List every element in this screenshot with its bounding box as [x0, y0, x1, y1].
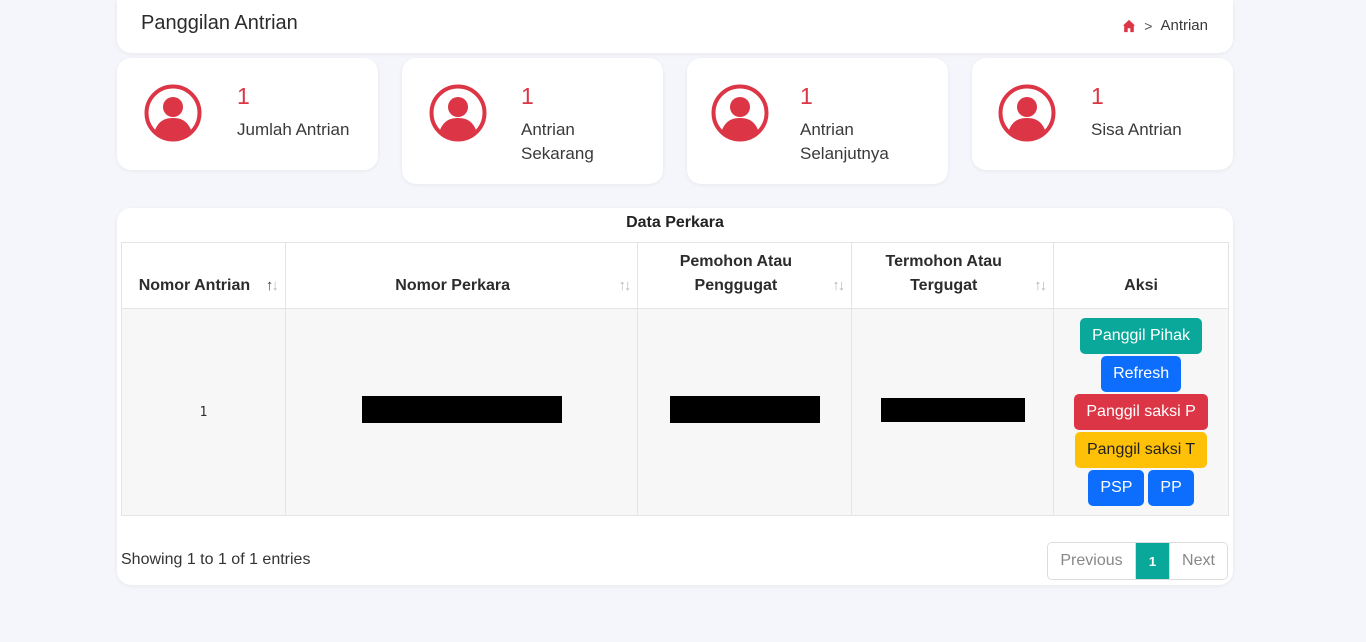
page-header: Panggilan Antrian > Antrian [117, 0, 1233, 53]
stat-value: 1 [1091, 83, 1104, 109]
panggil-saksi-p-button[interactable]: Panggil saksi P [1074, 394, 1208, 430]
panggil-pihak-button[interactable]: Panggil Pihak [1080, 318, 1202, 354]
sort-icon[interactable]: ↑↓ [1034, 274, 1047, 298]
column-header-label: Nomor Antrian [138, 277, 251, 294]
cell-nomor-antrian: 1 [121, 308, 286, 516]
panggil-saksi-t-button[interactable]: Panggil saksi T [1074, 432, 1208, 468]
stat-label: Antrian Selanjutnya [800, 120, 889, 163]
user-circle-icon [998, 84, 1056, 142]
data-table: Nomor Antrian ↑↓ Nomor Perkara ↑↓ Pemoho… [121, 242, 1229, 516]
column-header-label: Termohon Atau Tergugat [885, 253, 1002, 294]
stat-label: Sisa Antrian [1091, 120, 1182, 139]
column-header-termohon[interactable]: Termohon Atau Tergugat ↑↓ [851, 242, 1055, 309]
previous-page-button[interactable]: Previous [1048, 543, 1136, 579]
column-header-label: Nomor Perkara [395, 277, 510, 294]
table-title: Data Perkara [626, 214, 724, 231]
column-header-pemohon[interactable]: Pemohon Atau Penggugat ↑↓ [637, 242, 853, 309]
sort-icon[interactable]: ↑↓ [832, 274, 845, 298]
cell-pemohon [637, 308, 853, 516]
cell-termohon [851, 308, 1055, 516]
redacted-block [880, 397, 1025, 422]
breadcrumb-separator: > [1144, 17, 1153, 34]
column-header-aksi: Aksi [1053, 242, 1229, 309]
stat-label: Antrian Sekarang [521, 120, 594, 163]
table-header-row: Nomor Antrian ↑↓ Nomor Perkara ↑↓ Pemoho… [121, 242, 1229, 309]
refresh-button[interactable]: Refresh [1101, 356, 1182, 392]
pp-button[interactable]: PP [1148, 470, 1194, 506]
psp-button[interactable]: PSP [1088, 470, 1145, 506]
column-header-label: Aksi [1124, 277, 1158, 294]
page-title: Panggilan Antrian [141, 12, 298, 34]
next-page-button[interactable]: Next [1169, 543, 1227, 579]
user-circle-icon [429, 84, 487, 142]
column-header-label: Pemohon Atau Penggugat [679, 253, 793, 294]
home-icon[interactable] [1122, 19, 1136, 33]
sort-icon[interactable]: ↑↓ [618, 274, 631, 298]
user-circle-icon [144, 84, 202, 142]
breadcrumb: > Antrian [1122, 17, 1208, 34]
action-button-row: PSP PP [1088, 470, 1194, 506]
cell-nomor-perkara [284, 308, 639, 516]
stat-value: 1 [237, 83, 250, 109]
redacted-block [361, 396, 562, 423]
cell-aksi: Panggil Pihak Refresh Panggil saksi P Pa… [1053, 308, 1229, 516]
stat-card-antrian-sekarang: 1 Antrian Sekarang [402, 58, 663, 184]
action-buttons: Panggil Pihak Refresh Panggil saksi P Pa… [1054, 318, 1228, 506]
sort-icon[interactable]: ↑↓ [266, 274, 279, 298]
stat-card-jumlah-antrian: 1 Jumlah Antrian [117, 58, 378, 170]
pagination: Previous 1 Next [1047, 542, 1228, 580]
user-circle-icon [711, 84, 769, 142]
table-info: Showing 1 to 1 of 1 entries [121, 551, 311, 568]
stat-card-sisa-antrian: 1 Sisa Antrian [972, 58, 1233, 170]
stat-value: 1 [800, 83, 813, 109]
data-perkara-card: Data Perkara Nomor Antrian ↑↓ Nomor Perk… [117, 208, 1233, 585]
page-1-button[interactable]: 1 [1136, 543, 1169, 579]
column-header-nomor-perkara[interactable]: Nomor Perkara ↑↓ [284, 242, 639, 309]
stat-value: 1 [521, 83, 534, 109]
table-row: 1 Panggil Pihak Refresh Panggil saksi P … [121, 308, 1229, 516]
column-header-nomor-antrian[interactable]: Nomor Antrian ↑↓ [121, 242, 286, 309]
stat-label: Jumlah Antrian [237, 120, 350, 139]
redacted-block [669, 396, 820, 423]
stat-card-antrian-selanjutnya: 1 Antrian Selanjutnya [687, 58, 948, 184]
breadcrumb-current: Antrian [1160, 17, 1208, 34]
